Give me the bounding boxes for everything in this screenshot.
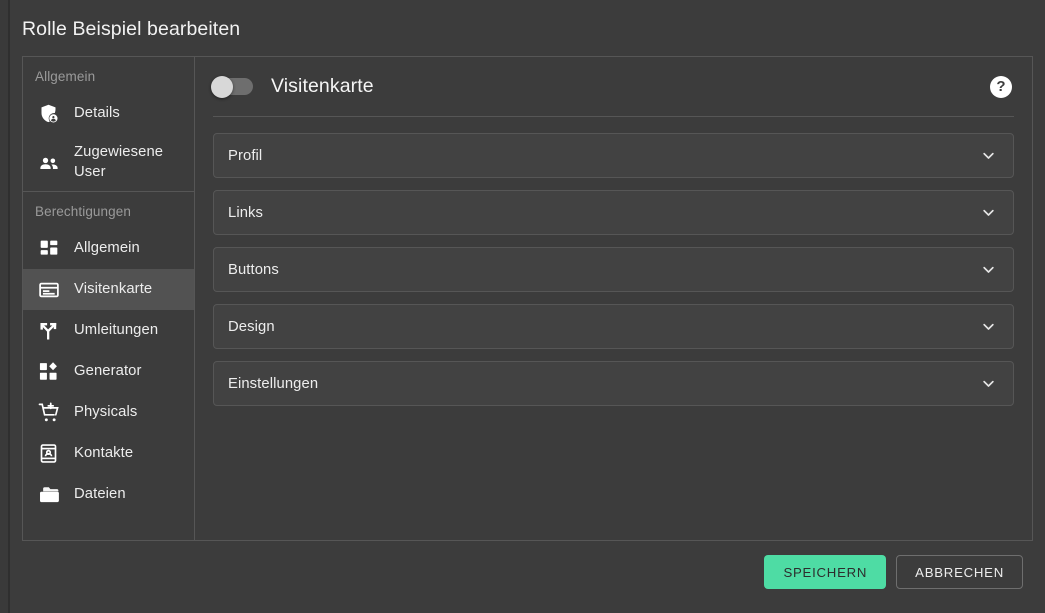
chevron-down-icon [979,375,997,393]
sidebar-group-allgemein: Allgemein Details Zugewiesene User [23,57,194,191]
fork-arrow-icon [37,319,60,342]
visitenkarte-panel: Visitenkarte ? Profil Links Buttons Desi… [194,56,1033,541]
generator-grid-icon [37,360,60,383]
sidebar-item-generator[interactable]: Generator [23,351,194,392]
sidebar-item-zugewiesene-user[interactable]: Zugewiesene User [23,134,194,191]
sidebar-item-label-dateien: Dateien [74,486,126,502]
sidebar: Allgemein Details Zugewiesene User Berec… [22,56,194,541]
sidebar-item-details[interactable]: Details [23,93,194,134]
users-icon [37,151,60,174]
sidebar-group-berechtigungen: Berechtigungen Allgemein Visitenkarte Um… [23,191,194,515]
chevron-down-icon [979,147,997,165]
sidebar-group-title-berechtigungen: Berechtigungen [35,204,131,220]
accordion-list: Profil Links Buttons Design Einstellunge… [195,117,1032,540]
save-button[interactable]: SPEICHERN [764,555,887,589]
sidebar-item-allgemein[interactable]: Allgemein [23,228,194,269]
id-card-icon [37,278,60,301]
edit-role-dialog: Rolle Beispiel bearbeiten Allgemein Deta… [10,0,1045,613]
sidebar-item-label-zugewiesene-user: Zugewiesene User [74,144,164,180]
sidebar-item-label-details: Details [74,104,120,121]
accordion-label-links: Links [228,204,264,221]
question-mark-icon[interactable]: ? [990,75,1012,98]
cancel-button[interactable]: ABBRECHEN [896,555,1023,589]
folder-icon [37,483,60,506]
dialog-body: Allgemein Details Zugewiesene User Berec… [10,56,1045,541]
sidebar-item-label-umleitungen: Umleitungen [74,322,159,338]
sidebar-item-physicals[interactable]: Physicals [23,392,194,433]
shield-user-icon [37,102,60,125]
sidebar-item-label-physicals: Physicals [74,404,138,420]
accordion-row-links[interactable]: Links [213,190,1014,235]
sidebar-group-title-allgemein: Allgemein [35,69,96,84]
sidebar-item-umleitungen[interactable]: Umleitungen [23,310,194,351]
panel-title: Visitenkarte [271,75,374,97]
sidebar-item-label-allgemein: Allgemein [74,240,140,256]
page-title: Rolle Beispiel bearbeiten [22,18,241,40]
accordion-label-profil: Profil [228,147,263,164]
accordion-row-profil[interactable]: Profil [213,133,1014,178]
chevron-down-icon [979,204,997,222]
sidebar-item-dateien[interactable]: Dateien [23,474,194,515]
chevron-down-icon [979,318,997,336]
panel-header: Visitenkarte ? [195,57,1032,116]
dashboard-icon [37,237,60,260]
sidebar-item-label-kontakte: Kontakte [74,445,134,461]
sidebar-item-kontakte[interactable]: Kontakte [23,433,194,474]
sidebar-item-label-visitenkarte: Visitenkarte [74,281,153,297]
chevron-down-icon [979,261,997,279]
toggle-knob [211,75,233,98]
accordion-row-buttons[interactable]: Buttons [213,247,1014,292]
cart-plus-icon [37,401,60,424]
accordion-label-buttons: Buttons [228,261,279,278]
contact-card-icon [37,442,60,465]
accordion-label-einstellungen: Einstellungen [228,375,319,392]
sidebar-item-label-generator: Generator [74,363,142,379]
sidebar-item-visitenkarte[interactable]: Visitenkarte [23,269,194,311]
accordion-row-einstellungen[interactable]: Einstellungen [213,361,1014,406]
accordion-label-design: Design [228,318,275,335]
accordion-row-design[interactable]: Design [213,304,1014,349]
dialog-footer: SPEICHERN ABBRECHEN [10,541,1045,613]
visitenkarte-toggle[interactable] [211,75,253,98]
